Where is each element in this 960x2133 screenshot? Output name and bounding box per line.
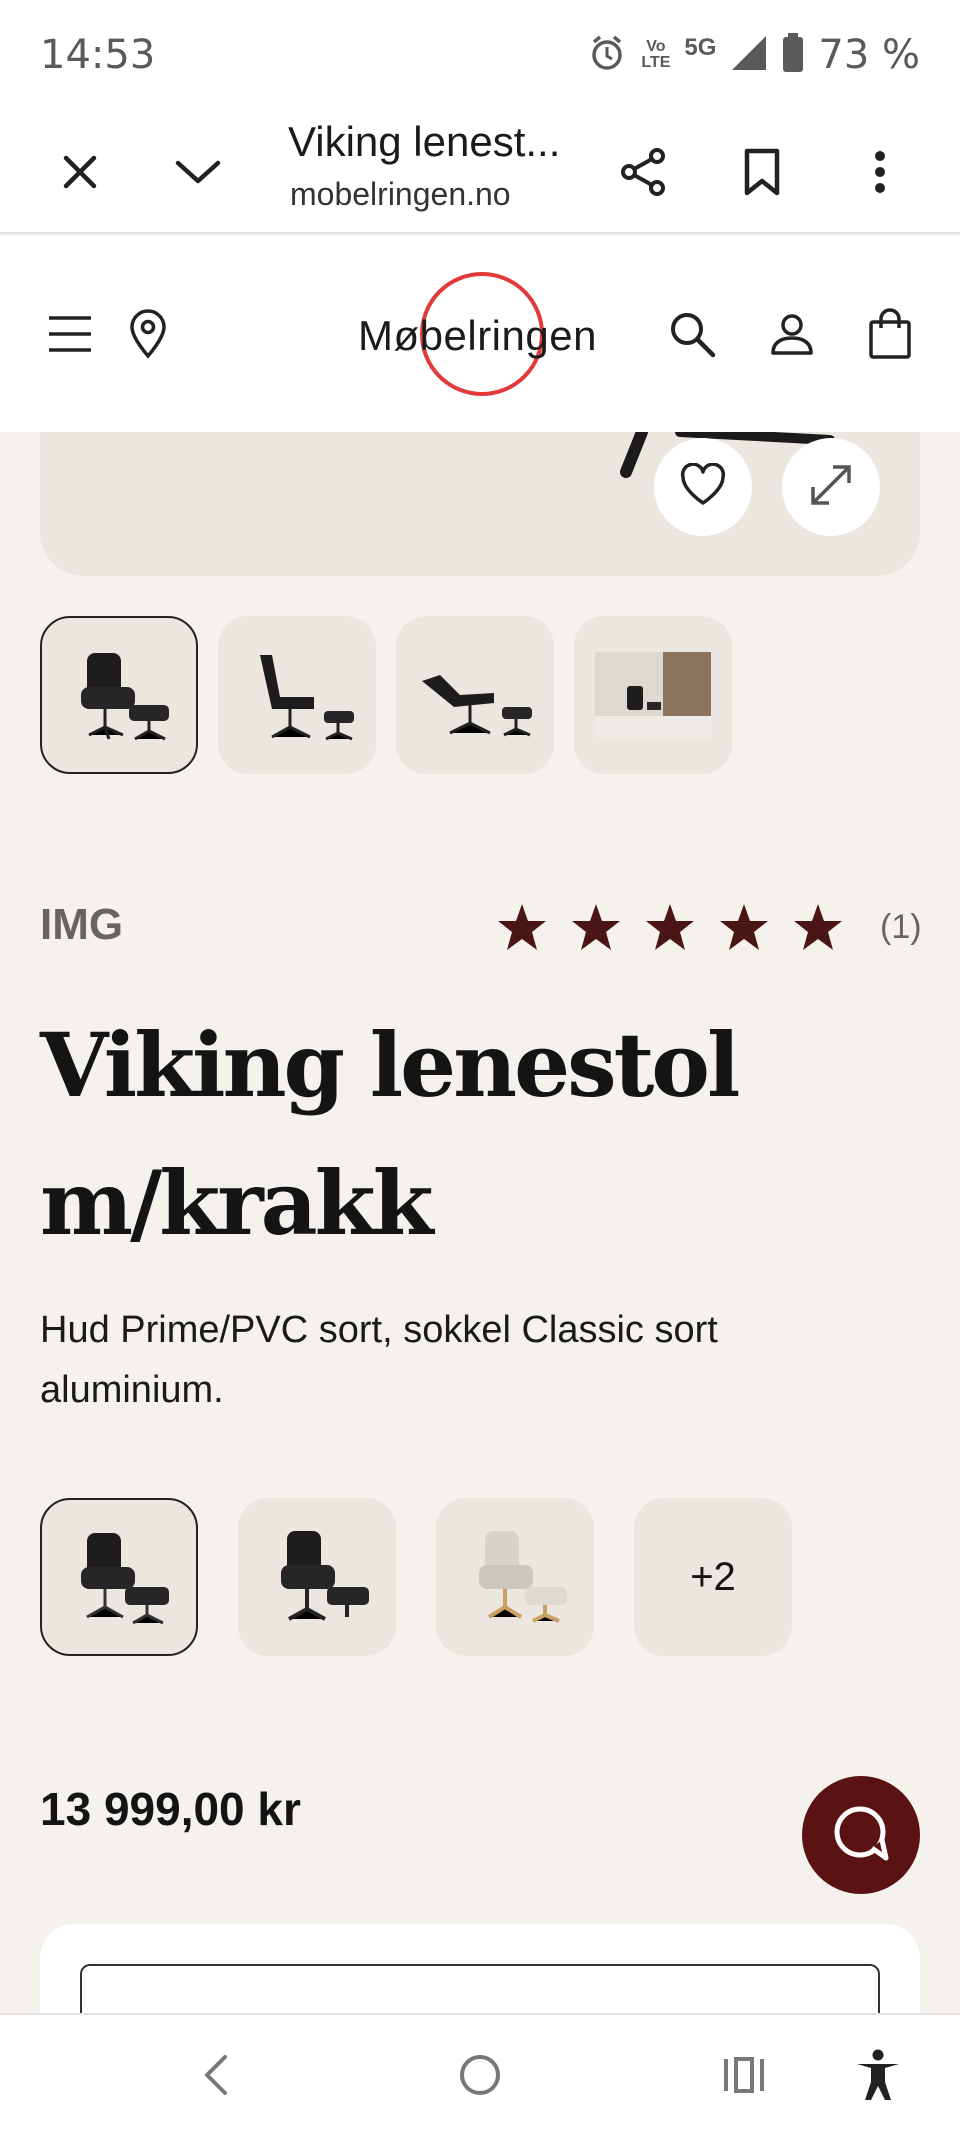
heart-icon bbox=[679, 462, 727, 512]
back-icon[interactable] bbox=[184, 2043, 248, 2107]
star-icon bbox=[646, 904, 694, 950]
chair-footstool-image bbox=[81, 653, 169, 741]
star-icon bbox=[572, 904, 620, 950]
volte-bottom-label: LTE bbox=[641, 54, 671, 71]
chair-reclined-image bbox=[422, 675, 532, 737]
shopping-bag-icon[interactable] bbox=[858, 302, 922, 366]
logo-text: Møbelringen bbox=[358, 312, 597, 359]
variant-swatch-beige-oak[interactable] bbox=[436, 1498, 594, 1656]
more-vert-icon[interactable] bbox=[848, 140, 912, 204]
variant-black-image-2 bbox=[281, 1531, 369, 1621]
star-icon bbox=[498, 904, 546, 950]
product-description: Hud Prime/PVC sort, sokkel Classic sort … bbox=[40, 1309, 718, 1411]
home-icon[interactable] bbox=[448, 2043, 512, 2107]
expand-button[interactable] bbox=[782, 438, 880, 536]
network-5g-label: 5G bbox=[684, 34, 717, 61]
product-title: Viking lenestol m/krakk bbox=[40, 996, 900, 1272]
product-main-image[interactable] bbox=[40, 432, 920, 576]
share-icon[interactable] bbox=[612, 140, 676, 204]
close-icon[interactable] bbox=[48, 140, 112, 204]
gallery-thumbnail-2[interactable] bbox=[218, 616, 376, 774]
accessibility-icon[interactable] bbox=[846, 2043, 910, 2107]
product-title-line2: m/krakk bbox=[40, 1151, 434, 1255]
signal-icon bbox=[730, 34, 768, 77]
rating-stars bbox=[496, 902, 844, 952]
variant-swatch-black-wood[interactable] bbox=[238, 1498, 396, 1656]
chair-side-image bbox=[260, 655, 354, 741]
variant-black-image bbox=[81, 1533, 169, 1625]
bookmark-icon[interactable] bbox=[730, 140, 794, 204]
status-icons: Vo LTE 5G 73 % bbox=[587, 32, 920, 78]
battery-icon bbox=[782, 32, 804, 78]
search-icon[interactable] bbox=[660, 302, 724, 366]
star-icon bbox=[794, 904, 842, 950]
volte-top-label: Vo bbox=[646, 38, 666, 55]
variant-beige-image bbox=[479, 1531, 567, 1623]
chair-room-image bbox=[595, 652, 711, 738]
gallery-thumbnail-1[interactable] bbox=[40, 616, 198, 774]
location-pin-icon[interactable] bbox=[116, 302, 180, 366]
battery-percent: 73 % bbox=[818, 32, 920, 78]
system-nav-bar bbox=[0, 2013, 960, 2133]
gallery-thumbnail-4[interactable] bbox=[574, 616, 732, 774]
status-bar: 14:53 Vo LTE 5G 73 % bbox=[0, 0, 960, 110]
site-header: Møbelringen bbox=[0, 236, 960, 432]
account-icon[interactable] bbox=[760, 302, 824, 366]
page-title[interactable]: Viking lenest... bbox=[288, 118, 560, 166]
chat-bubble-icon bbox=[830, 1802, 892, 1869]
product-rating[interactable]: (1) bbox=[496, 902, 922, 952]
product-title-line1: Viking lenestol bbox=[40, 1013, 740, 1117]
volte-icon: Vo LTE bbox=[641, 39, 670, 71]
alarm-icon bbox=[587, 33, 627, 78]
product-price: 13 999,00 kr bbox=[40, 1783, 301, 1835]
variant-more-label: +2 bbox=[690, 1554, 736, 1599]
product-brand[interactable]: IMG bbox=[40, 900, 123, 950]
variant-swatch-black-chrome[interactable] bbox=[40, 1498, 198, 1656]
recents-icon[interactable] bbox=[712, 2043, 776, 2107]
chat-button[interactable] bbox=[802, 1776, 920, 1894]
gallery-thumbnail-3[interactable] bbox=[396, 616, 554, 774]
expand-icon bbox=[807, 461, 855, 514]
star-icon bbox=[720, 904, 768, 950]
browser-toolbar: Viking lenest... mobelringen.no bbox=[0, 110, 960, 234]
chevron-down-icon[interactable] bbox=[166, 140, 230, 204]
status-time: 14:53 bbox=[40, 32, 156, 78]
variant-more-button[interactable]: +2 bbox=[634, 1498, 792, 1656]
favorite-button[interactable] bbox=[654, 438, 752, 536]
review-count: (1) bbox=[880, 907, 922, 946]
site-logo[interactable]: Møbelringen bbox=[358, 272, 602, 396]
menu-icon[interactable] bbox=[38, 302, 102, 366]
page-url[interactable]: mobelringen.no bbox=[290, 176, 511, 213]
